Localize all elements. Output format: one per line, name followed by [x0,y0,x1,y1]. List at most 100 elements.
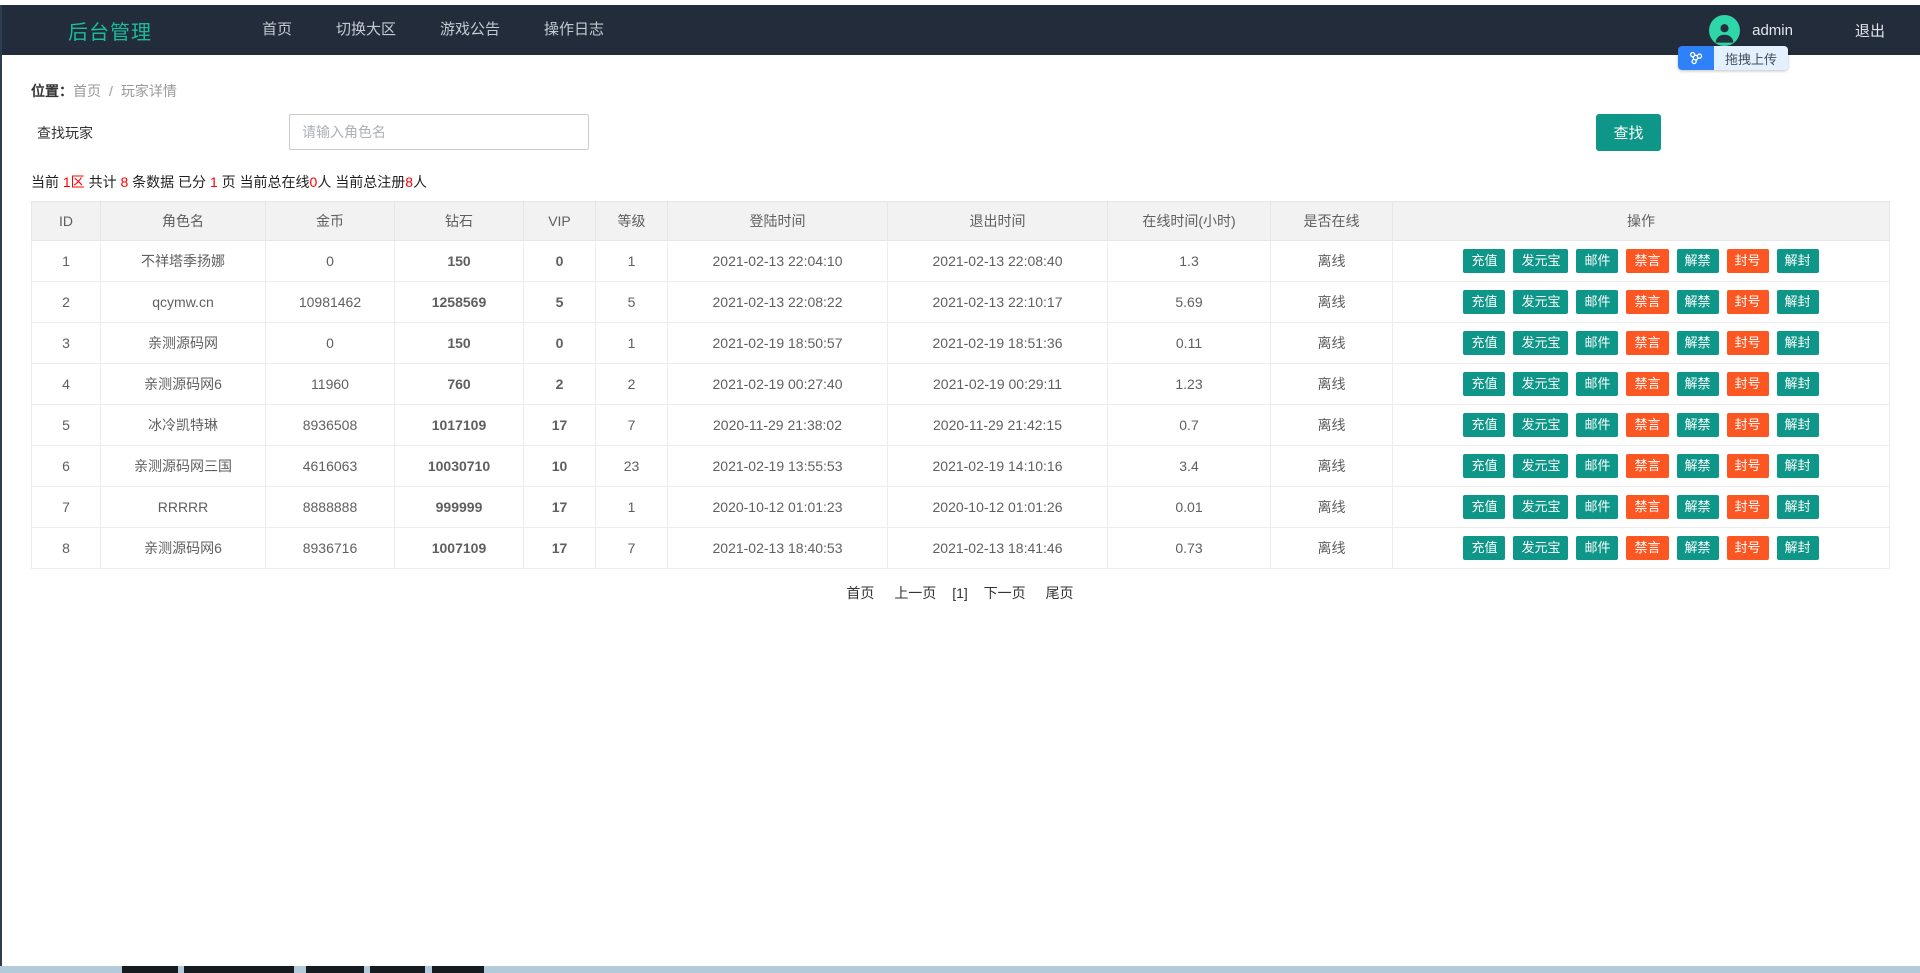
recharge-button[interactable]: 充值 [1463,413,1505,437]
cell-diamond: 150 [395,323,524,364]
unban-button[interactable]: 解封 [1777,495,1819,519]
ban-button[interactable]: 封号 [1727,536,1769,560]
unban-button[interactable]: 解封 [1777,454,1819,478]
unban-button[interactable]: 解封 [1777,331,1819,355]
breadcrumb-home-link[interactable]: 首页 [73,83,101,99]
mail-button[interactable]: 邮件 [1576,413,1618,437]
send-ingot-button[interactable]: 发元宝 [1513,290,1568,314]
mute-button[interactable]: 禁言 [1626,249,1668,273]
recharge-button[interactable]: 充值 [1463,372,1505,396]
cell-gold: 10981462 [266,282,395,323]
ban-button[interactable]: 封号 [1727,495,1769,519]
cell-level: 1 [596,241,668,282]
unmute-button[interactable]: 解禁 [1677,372,1719,396]
send-ingot-button[interactable]: 发元宝 [1513,495,1568,519]
send-ingot-button[interactable]: 发元宝 [1513,536,1568,560]
mail-button[interactable]: 邮件 [1576,454,1618,478]
unban-button[interactable]: 解封 [1777,536,1819,560]
mute-button[interactable]: 禁言 [1626,536,1668,560]
unban-button[interactable]: 解封 [1777,249,1819,273]
send-ingot-button[interactable]: 发元宝 [1513,454,1568,478]
col-header-online-status: 是否在线 [1271,202,1393,241]
cell-id: 7 [32,487,101,528]
cell-vip: 0 [524,241,596,282]
cell-login-time: 2021-02-13 18:40:53 [668,528,888,569]
players-table: ID 角色名 金币 钻石 VIP 等级 登陆时间 退出时间 在线时间(小时) 是… [31,201,1890,569]
logout-link[interactable]: 退出 [1855,20,1885,41]
nav-item-home[interactable]: 首页 [240,5,314,55]
search-button[interactable]: 查找 [1596,114,1661,151]
unmute-button[interactable]: 解禁 [1677,331,1719,355]
unmute-button[interactable]: 解禁 [1677,413,1719,437]
send-ingot-button[interactable]: 发元宝 [1513,249,1568,273]
unmute-button[interactable]: 解禁 [1677,454,1719,478]
drag-upload-tooltip[interactable]: 拖拽上传 [1678,46,1788,70]
cell-diamond: 999999 [395,487,524,528]
ban-button[interactable]: 封号 [1727,249,1769,273]
cell-id: 6 [32,446,101,487]
mute-button[interactable]: 禁言 [1626,495,1668,519]
breadcrumb-current: 玩家详情 [121,83,177,99]
page-next-link[interactable]: 下一页 [984,585,1026,601]
page-first-link[interactable]: 首页 [846,585,874,601]
table-row: 8 亲测源码网6 8936716 1007109 17 7 2021-02-13… [32,528,1890,569]
col-header-online-hours: 在线时间(小时) [1108,202,1271,241]
mute-button[interactable]: 禁言 [1626,372,1668,396]
mail-button[interactable]: 邮件 [1576,249,1618,273]
cell-gold: 4616063 [266,446,395,487]
recharge-button[interactable]: 充值 [1463,536,1505,560]
search-input[interactable] [289,114,589,150]
page-prev-link[interactable]: 上一页 [894,585,936,601]
mail-button[interactable]: 邮件 [1576,495,1618,519]
row-actions: 充值发元宝邮件禁言解禁封号解封 [1393,364,1890,405]
cell-online-hours: 0.01 [1108,487,1271,528]
username-label[interactable]: admin [1752,22,1793,39]
recharge-button[interactable]: 充值 [1463,495,1505,519]
mute-button[interactable]: 禁言 [1626,454,1668,478]
ban-button[interactable]: 封号 [1727,454,1769,478]
recharge-button[interactable]: 充值 [1463,249,1505,273]
cell-role-name: 亲测源码网6 [101,528,266,569]
mail-button[interactable]: 邮件 [1576,536,1618,560]
nav-item-switch-zone[interactable]: 切换大区 [314,5,418,55]
unmute-button[interactable]: 解禁 [1677,495,1719,519]
cell-vip: 17 [524,405,596,446]
cell-gold: 0 [266,323,395,364]
mail-button[interactable]: 邮件 [1576,372,1618,396]
send-ingot-button[interactable]: 发元宝 [1513,331,1568,355]
unban-button[interactable]: 解封 [1777,372,1819,396]
cell-id: 1 [32,241,101,282]
mute-button[interactable]: 禁言 [1626,413,1668,437]
unban-button[interactable]: 解封 [1777,413,1819,437]
mail-button[interactable]: 邮件 [1576,290,1618,314]
recharge-button[interactable]: 充值 [1463,454,1505,478]
unban-button[interactable]: 解封 [1777,290,1819,314]
ban-button[interactable]: 封号 [1727,372,1769,396]
mail-button[interactable]: 邮件 [1576,331,1618,355]
send-ingot-button[interactable]: 发元宝 [1513,413,1568,437]
mute-button[interactable]: 禁言 [1626,290,1668,314]
recharge-button[interactable]: 充值 [1463,290,1505,314]
unmute-button[interactable]: 解禁 [1677,249,1719,273]
unmute-button[interactable]: 解禁 [1677,290,1719,314]
cell-online-status: 离线 [1271,323,1393,364]
summary-line: 当前 1区 共计 8 条数据 已分 1 页 当前总在线0人 当前总注册8人 [31,172,1920,192]
recharge-button[interactable]: 充值 [1463,331,1505,355]
cell-logout-time: 2021-02-19 18:51:36 [888,323,1108,364]
unmute-button[interactable]: 解禁 [1677,536,1719,560]
cell-logout-time: 2021-02-13 22:08:40 [888,241,1108,282]
cell-vip: 17 [524,487,596,528]
cell-role-name: 亲测源码网6 [101,364,266,405]
cell-id: 5 [32,405,101,446]
mute-button[interactable]: 禁言 [1626,331,1668,355]
ban-button[interactable]: 封号 [1727,290,1769,314]
page-last-link[interactable]: 尾页 [1046,585,1074,601]
ban-button[interactable]: 封号 [1727,413,1769,437]
send-ingot-button[interactable]: 发元宝 [1513,372,1568,396]
cell-gold: 11960 [266,364,395,405]
nav-item-operation-log[interactable]: 操作日志 [522,5,626,55]
avatar[interactable] [1709,15,1740,46]
row-actions: 充值发元宝邮件禁言解禁封号解封 [1393,528,1890,569]
nav-item-game-notice[interactable]: 游戏公告 [418,5,522,55]
ban-button[interactable]: 封号 [1727,331,1769,355]
